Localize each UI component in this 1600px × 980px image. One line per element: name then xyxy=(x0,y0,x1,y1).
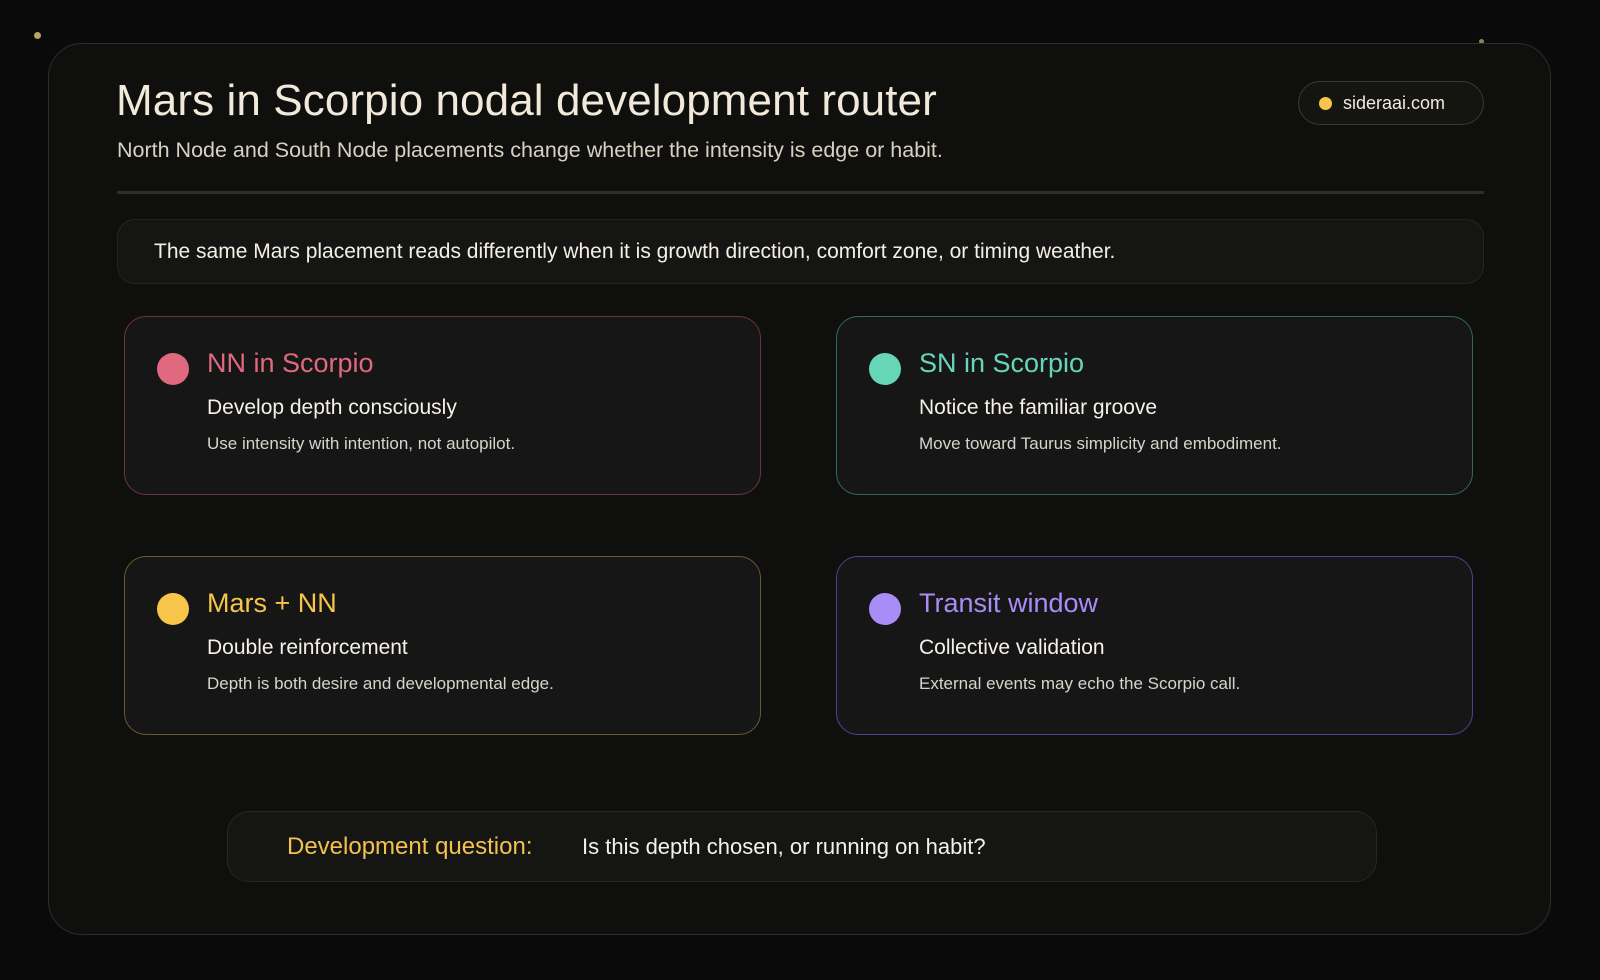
card-description: Move toward Taurus simplicity and embodi… xyxy=(919,434,1282,453)
card-subtitle: Notice the familiar groove xyxy=(919,396,1158,419)
card-description: External events may echo the Scorpio cal… xyxy=(919,674,1241,693)
card-description: Use intensity with intention, not autopi… xyxy=(207,434,516,453)
mars-nn-dot-icon xyxy=(157,593,189,625)
page-title: Mars in Scorpio nodal development router xyxy=(116,76,937,125)
card-subtitle: Double reinforcement xyxy=(207,636,408,659)
card-subtitle: Develop depth consciously xyxy=(207,396,457,419)
transit-dot-icon xyxy=(869,593,901,625)
card-sn-in-scorpio: SN in Scorpio Notice the familiar groove… xyxy=(836,316,1473,495)
card-subtitle: Collective validation xyxy=(919,636,1105,659)
intro-callout: The same Mars placement reads differentl… xyxy=(117,219,1484,284)
intro-text: The same Mars placement reads differentl… xyxy=(154,239,1116,263)
corner-decoration-dot xyxy=(34,32,41,39)
card-nn-in-scorpio: NN in Scorpio Develop depth consciously … xyxy=(124,316,761,495)
site-dot-icon xyxy=(1319,96,1332,110)
card-title: SN in Scorpio xyxy=(919,348,1085,378)
header-divider xyxy=(117,191,1484,194)
router-panel: Mars in Scorpio nodal development router… xyxy=(48,43,1551,935)
development-question-box: Development question: Is this depth chos… xyxy=(227,811,1377,882)
card-description: Depth is both desire and developmental e… xyxy=(207,674,554,693)
site-badge: sideraai.com xyxy=(1298,81,1484,125)
card-title: Mars + NN xyxy=(207,588,337,618)
question-label: Development question: xyxy=(287,833,533,860)
card-transit-window: Transit window Collective validation Ext… xyxy=(836,556,1473,735)
page-subtitle: North Node and South Node placements cha… xyxy=(117,138,943,162)
sn-dot-icon xyxy=(869,353,901,385)
nn-dot-icon xyxy=(157,353,189,385)
card-title: NN in Scorpio xyxy=(207,348,374,378)
question-text: Is this depth chosen, or running on habi… xyxy=(582,834,986,859)
site-badge-label: sideraai.com xyxy=(1343,92,1446,113)
card-mars-plus-nn: Mars + NN Double reinforcement Depth is … xyxy=(124,556,761,735)
card-title: Transit window xyxy=(919,588,1099,618)
